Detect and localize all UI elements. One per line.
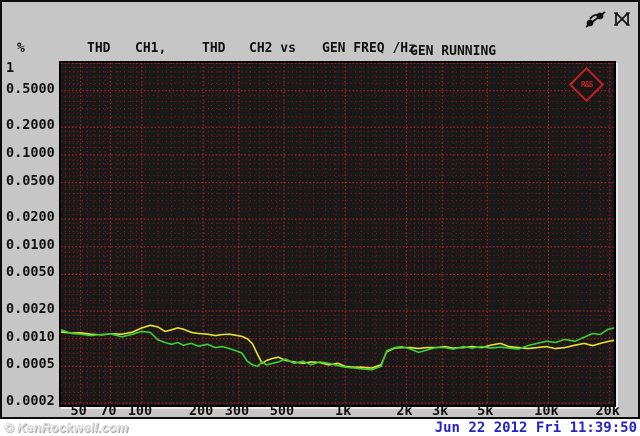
title-ch2-vs: CH2 vs bbox=[249, 41, 296, 56]
logo-text: R&S bbox=[580, 79, 593, 89]
status-gen: GEN RUNNING bbox=[410, 44, 497, 59]
caption-bar: © KenRockwell.com Jun 22 2012 Fri 11:39:… bbox=[0, 419, 640, 436]
title-thd-2: THD bbox=[202, 41, 226, 56]
title-xlabel: GEN FREQ /Hz bbox=[322, 41, 416, 56]
monitor-disabled-icon bbox=[614, 12, 630, 26]
title-thd-1: THD bbox=[87, 41, 111, 56]
title-ch1: CH1, bbox=[135, 41, 167, 56]
status-icons bbox=[585, 10, 632, 28]
analyzer-screen: GEN RUNNING ANL 1:TERM 2:TERM SWP TERMIN… bbox=[0, 0, 640, 419]
kenrockwell-watermark: © KenRockwell.com bbox=[4, 420, 129, 435]
mouse-disabled-icon bbox=[585, 11, 606, 28]
datetime-stamp: Jun 22 2012 Fri 11:39:50 bbox=[434, 420, 637, 436]
plot-grid bbox=[61, 63, 614, 405]
y-axis-unit: % bbox=[17, 41, 25, 56]
plot-area: R&S bbox=[59, 61, 616, 407]
